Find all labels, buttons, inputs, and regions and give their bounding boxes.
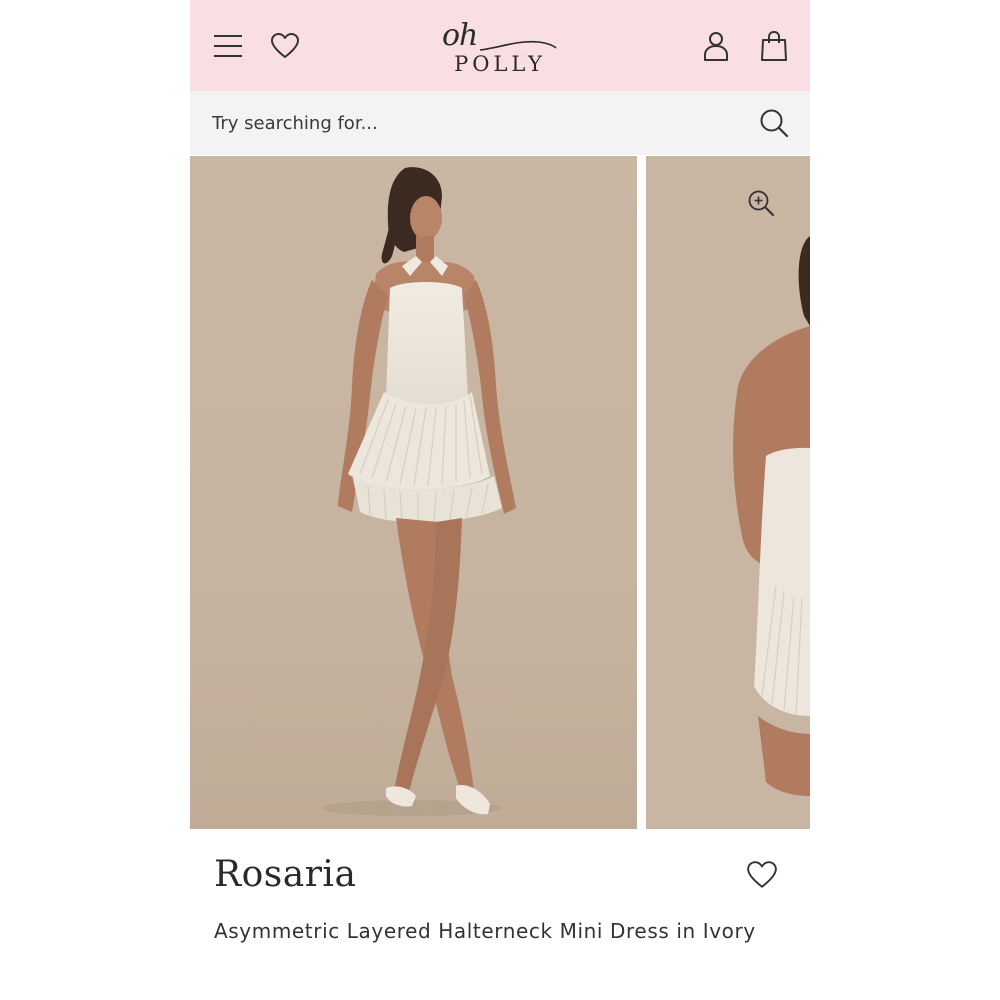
heart-icon [747, 861, 777, 888]
model-photo-back [646, 156, 810, 829]
search-input[interactable] [212, 109, 712, 137]
account-button[interactable] [698, 28, 734, 64]
add-to-wishlist-button[interactable] [746, 860, 780, 894]
brand-logo[interactable]: oh POLLY [430, 18, 570, 78]
menu-button[interactable] [210, 28, 246, 64]
heart-icon [271, 33, 299, 58]
logo-wordmark: POLLY [454, 52, 546, 76]
product-image-secondary[interactable] [646, 156, 810, 829]
product-name: Rosaria [214, 854, 357, 895]
model-photo [190, 156, 637, 829]
account-icon [704, 32, 728, 61]
zoom-button[interactable] [746, 188, 776, 218]
search-bar [190, 91, 810, 155]
product-description: Asymmetric Layered Halterneck Mini Dress… [214, 919, 756, 943]
zoom-in-icon [748, 190, 774, 216]
product-gallery[interactable] [190, 156, 810, 830]
product-image-main[interactable] [190, 156, 637, 829]
bag-button[interactable] [756, 28, 792, 64]
bag-icon [761, 30, 787, 61]
search-button[interactable] [758, 107, 790, 139]
wishlist-button[interactable] [267, 28, 303, 64]
site-header: oh POLLY [190, 0, 810, 91]
product-page: oh POLLY Try searching for... Rosaria As… [190, 0, 810, 1000]
logo-script: oh [442, 18, 478, 53]
search-icon [760, 109, 789, 138]
menu-icon [214, 35, 242, 57]
